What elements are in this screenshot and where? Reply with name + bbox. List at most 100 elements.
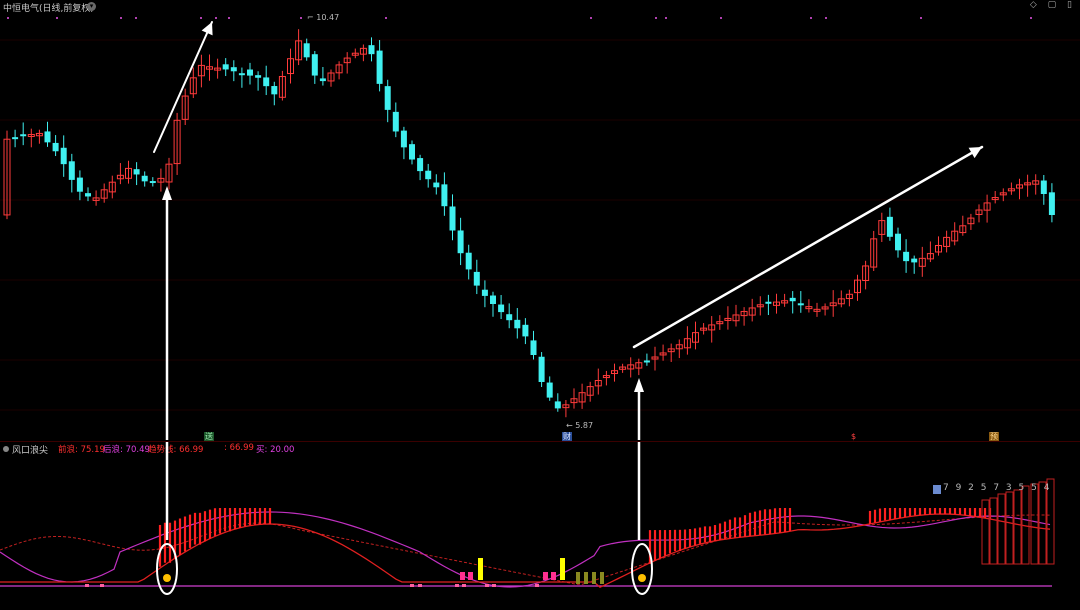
candle-body [44, 131, 51, 143]
candle-body [392, 111, 399, 132]
signal-bar [560, 558, 565, 580]
signal-face-icon [638, 574, 646, 582]
olive-bar [600, 572, 604, 584]
olive-bar [576, 572, 580, 584]
candle-body [490, 295, 496, 304]
candle-body [311, 54, 318, 76]
signal-bar [460, 572, 465, 580]
candle-body [149, 181, 156, 184]
period-marker [1030, 17, 1032, 19]
candle-body [255, 75, 262, 78]
candle-body [1048, 192, 1055, 215]
candle-body [1040, 180, 1047, 194]
small-signal [418, 584, 422, 587]
candle-body [522, 324, 529, 337]
signal-bar [468, 572, 473, 580]
candle-body [76, 177, 83, 192]
period-marker [720, 17, 722, 19]
signal-bar [551, 572, 556, 580]
countdown-numbers: 7 9 2 5 7 3 5 5 4 [943, 483, 1052, 493]
price-high-label: ⌐ 10.47 [307, 13, 340, 22]
signal-bar [543, 572, 548, 580]
annotation-arrow-up-2-head [634, 378, 644, 392]
candle-body [498, 304, 505, 313]
annotation-arrow-rise-2 [632, 145, 984, 349]
period-marker [7, 17, 9, 19]
candle-body [247, 69, 253, 76]
candle-body [797, 303, 804, 306]
candle-body [425, 170, 432, 180]
period-marker [120, 17, 122, 19]
candle-body [433, 182, 440, 188]
candle-body [12, 137, 19, 140]
candle-body [60, 147, 67, 165]
candle-body [263, 77, 270, 87]
candle-body [409, 144, 415, 160]
period-marker [590, 17, 592, 19]
candle-body [238, 73, 245, 76]
candle-body [789, 297, 796, 302]
candle-body [886, 216, 893, 237]
candle-body [514, 319, 521, 329]
candle-body [133, 169, 140, 175]
candle-body [554, 401, 561, 409]
forecast-box [989, 497, 998, 565]
candle-body [530, 340, 537, 355]
candle-body [303, 43, 310, 58]
period-marker [56, 17, 58, 19]
period-marker [665, 17, 667, 19]
annotation-arrow-up-1-head [162, 186, 172, 200]
small-signal [455, 584, 459, 587]
candle-body [417, 158, 424, 172]
candle-body [368, 45, 375, 55]
small-signal [485, 584, 489, 587]
period-marker [385, 17, 387, 19]
candle-body [506, 314, 513, 321]
candle-body [546, 382, 553, 398]
signal-face-icon [163, 574, 171, 582]
candle-body [765, 301, 772, 304]
period-marker [810, 17, 812, 19]
period-marker [200, 17, 202, 19]
candle-body [911, 258, 918, 263]
candle-body [68, 161, 75, 180]
annotation-arrow-rise-1 [153, 21, 213, 153]
period-marker [228, 17, 230, 19]
small-signal [535, 584, 539, 587]
candle-body [538, 356, 545, 382]
small-signal [100, 584, 104, 587]
price-low-label: ← 5.87 [566, 421, 594, 430]
candle-body [271, 86, 278, 95]
period-marker [920, 17, 922, 19]
small-signal [462, 584, 466, 587]
period-marker [215, 17, 217, 19]
candle-body [449, 206, 456, 231]
candlestick-chart[interactable] [0, 0, 1080, 440]
countdown-icon [933, 485, 941, 494]
candle-body [222, 64, 229, 70]
candle-body [457, 230, 464, 254]
candle-body [85, 193, 91, 197]
candle-body [141, 175, 148, 182]
signal-bar [478, 558, 483, 580]
period-marker [300, 17, 302, 19]
period-marker [825, 17, 827, 19]
period-marker [135, 17, 137, 19]
candle-body [643, 360, 650, 363]
candle-body [473, 271, 480, 286]
candle-body [903, 251, 910, 262]
candle-body [20, 134, 27, 137]
stock-chart-window: 中恒电气(日线,前复权) ▾ ◇ ▢ ▯ ⌐ 10.47 ← 5.87 送 财 … [0, 0, 1080, 610]
olive-bar [592, 572, 596, 584]
candle-body [465, 252, 472, 270]
candle-body [895, 233, 901, 251]
forecast-box [1030, 483, 1039, 565]
olive-bar [584, 572, 588, 584]
candle-body [376, 50, 383, 84]
candle-body [319, 78, 326, 82]
candle-body [384, 86, 391, 110]
small-signal [410, 584, 414, 587]
candle-body [52, 142, 59, 152]
indicator-chart[interactable] [0, 442, 1080, 610]
period-marker [655, 17, 657, 19]
